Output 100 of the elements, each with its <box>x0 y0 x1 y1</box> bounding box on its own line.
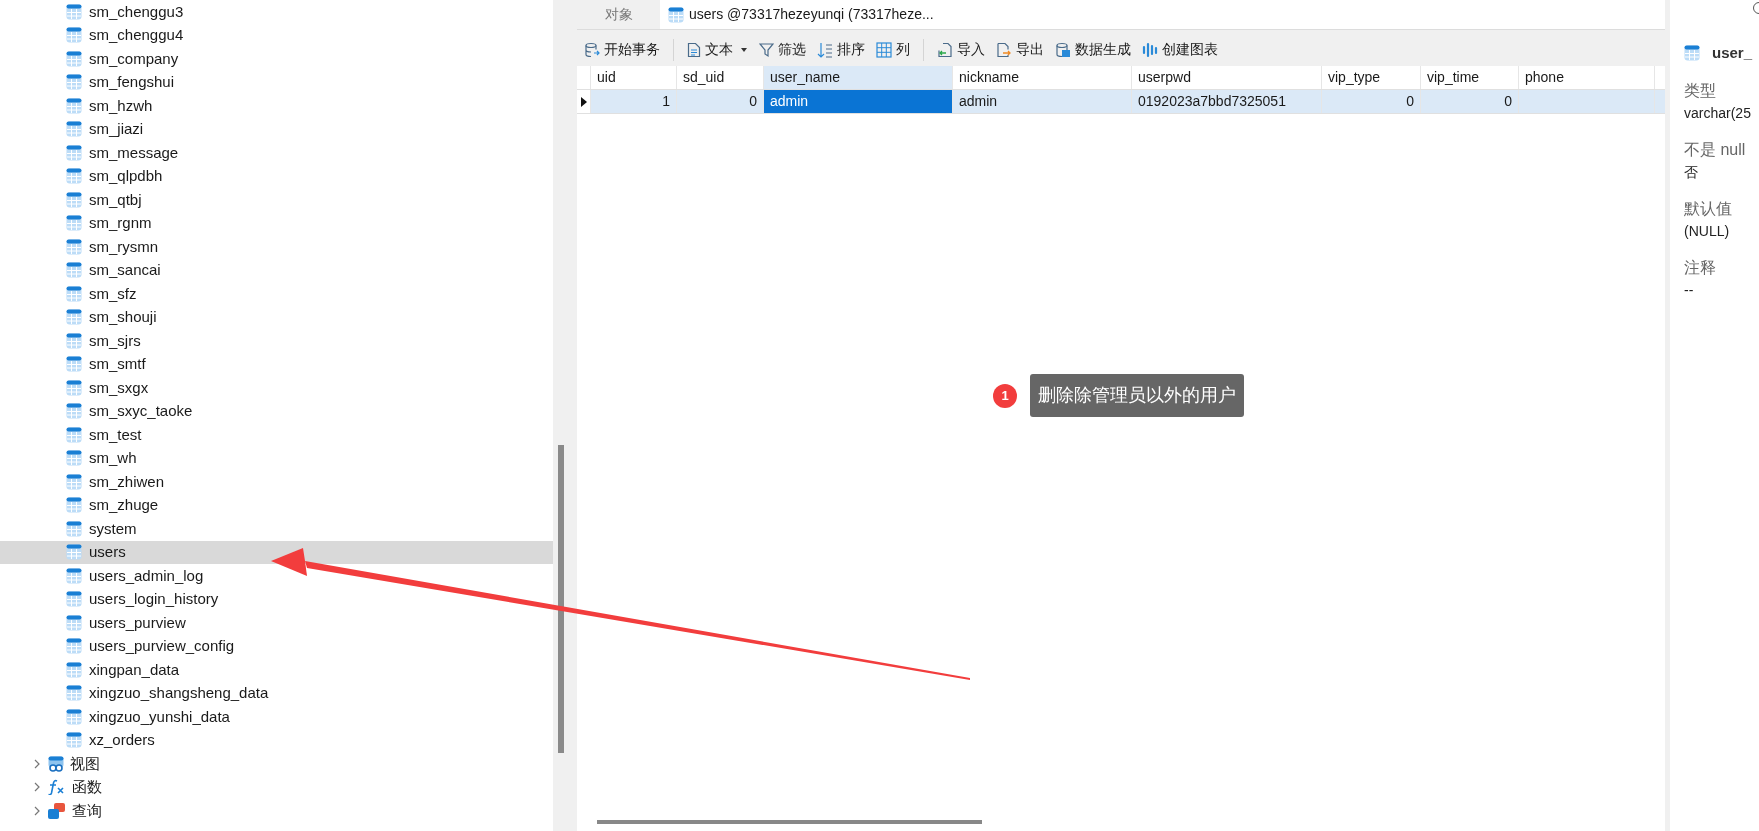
property-value: varchar(25 <box>1684 103 1752 123</box>
table-icon <box>66 144 82 161</box>
table-icon <box>66 356 82 373</box>
table-cell[interactable]: admin <box>764 90 953 113</box>
toolbar-button[interactable]: 文本 <box>685 36 750 63</box>
toolbar-button[interactable]: 排序 <box>815 36 867 63</box>
property-label: 不是 null <box>1684 139 1747 160</box>
tree-group-item[interactable]: 查询 <box>0 799 108 823</box>
toolbar-button[interactable]: 筛选 <box>757 36 808 63</box>
table-cell[interactable]: 0 <box>677 90 764 113</box>
table-tree-item[interactable]: sm_jiazi <box>0 117 150 141</box>
table-tree-item[interactable]: sm_smtf <box>0 352 152 376</box>
table-tree-item[interactable]: users_admin_log <box>0 564 210 588</box>
table-tree-item[interactable]: sm_wh <box>0 446 143 470</box>
table-icon <box>66 379 82 396</box>
table-icon <box>66 285 82 302</box>
property-label: 类型 <box>1684 80 1717 101</box>
tree-group-item[interactable]: 函数 <box>0 775 108 799</box>
table-tree-item[interactable]: sm_qtbj <box>0 188 148 212</box>
table-tree-item[interactable]: sm_test <box>0 423 148 447</box>
table-icon <box>66 661 82 678</box>
table-tree-item[interactable]: sm_rgnm <box>0 211 158 235</box>
table-cell[interactable]: 0 <box>1322 90 1421 113</box>
table-tree-item[interactable]: sm_zhuge <box>0 493 165 517</box>
property-label: 默认值 <box>1684 198 1733 219</box>
property-value: -- <box>1684 280 1695 300</box>
table-tree-item[interactable]: xingpan_data <box>0 658 186 682</box>
scrollbar-thumb[interactable] <box>597 820 982 824</box>
table-tree-item[interactable]: sm_fengshui <box>0 70 181 94</box>
table-tree-item[interactable]: sm_sxgx <box>0 376 155 400</box>
table-icon <box>66 544 82 561</box>
table-tree-item[interactable]: sm_chenggu3 <box>0 0 190 24</box>
table-icon <box>66 97 82 114</box>
table-icon <box>66 638 82 655</box>
table-icon <box>66 591 82 608</box>
sort-icon <box>817 41 833 58</box>
property-label: 注释 <box>1684 257 1717 278</box>
export-icon <box>996 41 1012 58</box>
tree-group-item[interactable]: 视图 <box>0 752 106 776</box>
row-pointer-icon <box>580 96 587 107</box>
table-icon <box>66 27 82 44</box>
table-icon <box>66 238 82 255</box>
table-icon <box>66 74 82 91</box>
table-tree-item[interactable]: xingzuo_yunshi_data <box>0 705 236 729</box>
table-tree-item[interactable]: sm_rysmn <box>0 235 165 259</box>
toolbar-button[interactable]: 导入 <box>935 36 987 63</box>
table-icon <box>66 309 82 326</box>
function-icon <box>48 779 66 796</box>
table-cell[interactable]: admin <box>953 90 1132 113</box>
table-tree-item[interactable]: xz_orders <box>0 728 161 752</box>
table-tree-item[interactable]: users_purview <box>0 611 192 635</box>
query-icon <box>48 802 66 819</box>
table-cell[interactable]: 1 <box>591 90 677 113</box>
table-tree-item[interactable]: sm_sfz <box>0 282 143 306</box>
table-icon <box>66 426 82 443</box>
table-icon <box>66 567 82 584</box>
document-icon <box>687 41 701 58</box>
table-tree-item[interactable]: sm_hzwh <box>0 94 159 118</box>
scrollbar-thumb[interactable] <box>558 445 564 753</box>
annotation-callout: 删除除管理员以外的用户 <box>1030 374 1244 417</box>
table-tree-item[interactable]: sm_sxyc_taoke <box>0 399 199 423</box>
view-icon <box>48 755 64 772</box>
table-tree-item[interactable]: xingzuo_shangsheng_data <box>0 681 275 705</box>
table-tree-item[interactable]: users <box>0 540 553 564</box>
table-tree-item[interactable]: sm_shouji <box>0 305 163 329</box>
table-tree-item[interactable]: users_purview_config <box>0 634 241 658</box>
table-icon <box>66 520 82 537</box>
table-tree-item[interactable]: users_login_history <box>0 587 225 611</box>
table-cell[interactable] <box>1519 90 1655 113</box>
table-icon <box>66 497 82 514</box>
table-tree-item[interactable]: sm_zhiwen <box>0 470 171 494</box>
table-cell[interactable]: 0192023a7bbd7325051 <box>1132 90 1322 113</box>
toolbar-button[interactable]: 创建图表 <box>1140 36 1220 63</box>
column-header[interactable]: user_name <box>764 66 953 89</box>
database-icon <box>1055 41 1071 58</box>
toolbar-button[interactable]: 导出 <box>994 36 1046 63</box>
table-tree-item[interactable]: sm_company <box>0 47 185 71</box>
property-value: 否 <box>1684 162 1699 182</box>
table-icon <box>66 450 82 467</box>
tab[interactable]: 对象 <box>577 0 660 29</box>
row-highlight <box>1655 90 1665 113</box>
table-icon <box>66 685 82 702</box>
table-tree-item[interactable]: sm_chenggu4 <box>0 23 190 47</box>
database-icon <box>584 41 600 58</box>
filter-icon <box>759 41 774 58</box>
table-tree-item[interactable]: sm_message <box>0 141 185 165</box>
toolbar-button[interactable]: 列 <box>874 36 912 63</box>
toolbar-button[interactable]: 数据生成 <box>1053 36 1133 63</box>
table-icon <box>66 3 82 20</box>
table-cell[interactable]: 0 <box>1421 90 1519 113</box>
toolbar-button[interactable]: 开始事务 <box>582 36 662 63</box>
table-tree-item[interactable]: system <box>0 517 143 541</box>
table-icon <box>66 262 82 279</box>
table-icon <box>1684 45 1700 62</box>
table-tree-item[interactable]: sm_qlpdbh <box>0 164 169 188</box>
table-icon <box>66 215 82 232</box>
import-icon <box>937 41 953 58</box>
property-value: (NULL) <box>1684 221 1731 241</box>
table-tree-item[interactable]: sm_sjrs <box>0 329 147 353</box>
table-tree-item[interactable]: sm_sancai <box>0 258 167 282</box>
